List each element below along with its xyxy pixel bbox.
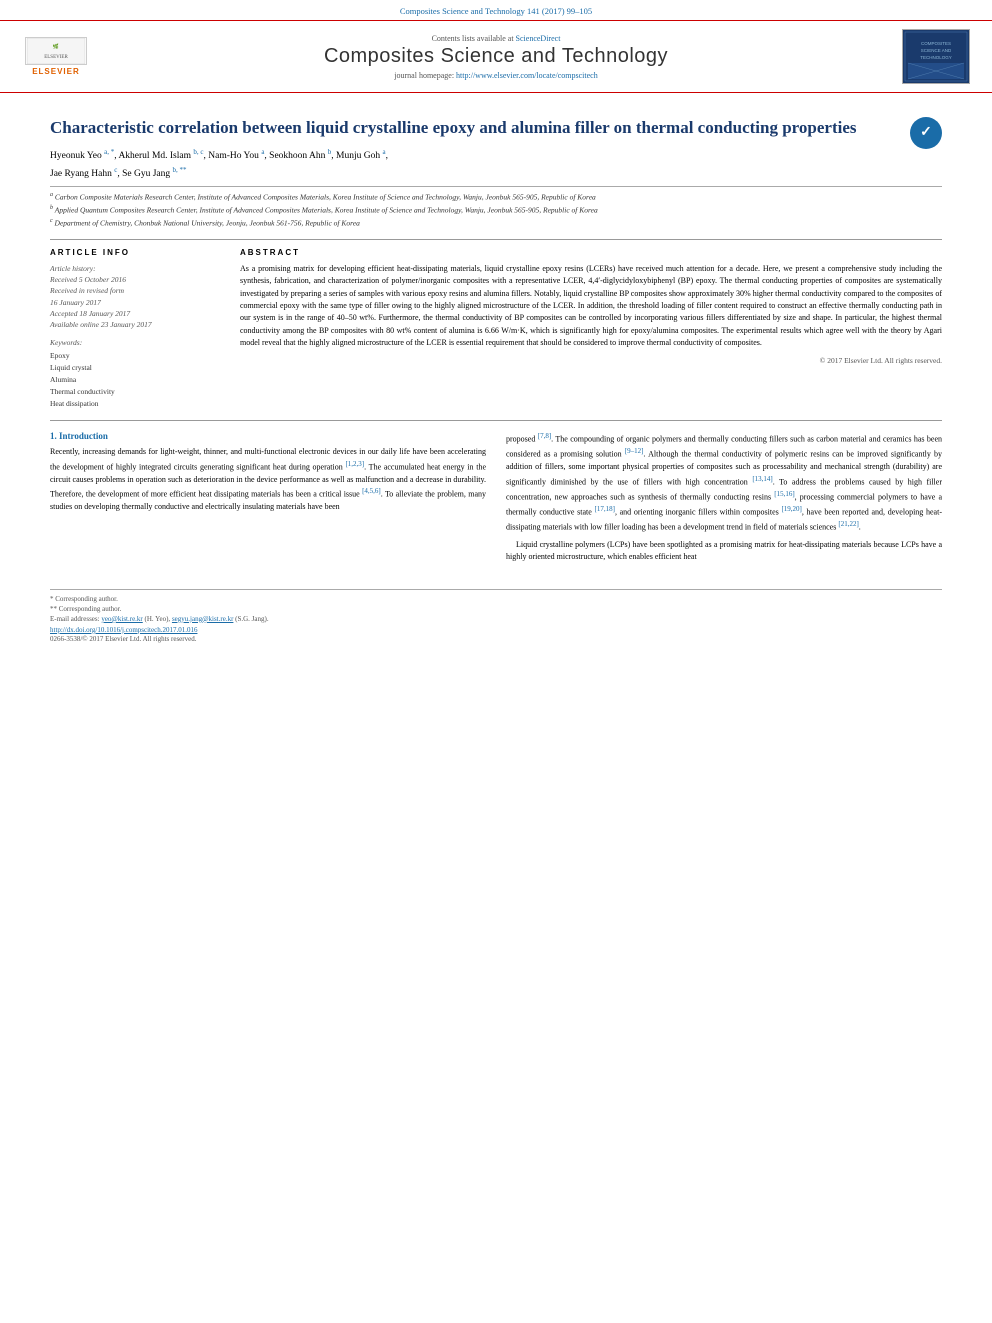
- email-addresses: E-mail addresses: yeo@kist.re.kr (H. Yeo…: [50, 615, 942, 623]
- body-right-column: proposed [7,8]. The compounding of organ…: [506, 431, 942, 568]
- svg-text:SCIENCE AND: SCIENCE AND: [921, 48, 952, 53]
- contents-available-text: Contents lists available at ScienceDirec…: [96, 34, 896, 43]
- corresponding-author-note: * Corresponding author.: [50, 595, 942, 603]
- journal-header-center: Contents lists available at ScienceDirec…: [96, 34, 896, 80]
- journal-citation-text: Composites Science and Technology 141 (2…: [400, 6, 592, 16]
- doi-link[interactable]: http://dx.doi.org/10.1016/j.compscitech.…: [50, 626, 197, 634]
- ref-17-18[interactable]: [17,18]: [595, 505, 615, 513]
- sciencedirect-link[interactable]: ScienceDirect: [516, 34, 561, 43]
- journal-cover-image: COMPOSITES SCIENCE AND TECHNOLOGY: [902, 29, 970, 84]
- main-content: Characteristic correlation between liqui…: [0, 93, 992, 579]
- abstract-column: ABSTRACT As a promising matrix for devel…: [240, 248, 942, 411]
- affiliation-a: a Carbon Composite Materials Research Ce…: [50, 191, 942, 203]
- keyword-1: Epoxy: [50, 350, 220, 362]
- email-link-2[interactable]: segyu.jang@kist.re.kr: [172, 615, 233, 623]
- ref-13-14[interactable]: [13,14]: [752, 475, 772, 483]
- keyword-2: Liquid crystal: [50, 362, 220, 374]
- keywords-heading: Keywords:: [50, 338, 220, 347]
- svg-text:TECHNOLOGY: TECHNOLOGY: [920, 55, 952, 60]
- copyright-line: © 2017 Elsevier Ltd. All rights reserved…: [240, 356, 942, 365]
- accepted-date: Accepted 18 January 2017: [50, 308, 220, 319]
- article-info-heading: ARTICLE INFO: [50, 248, 220, 257]
- doi-line: http://dx.doi.org/10.1016/j.compscitech.…: [50, 626, 942, 634]
- ref-21-22[interactable]: [21,22]: [838, 520, 858, 528]
- article-info-abstract: ARTICLE INFO Article history: Received 5…: [50, 239, 942, 411]
- abstract-heading: ABSTRACT: [240, 248, 942, 257]
- article-title-area: Characteristic correlation between liqui…: [50, 117, 942, 139]
- ref-1-2-3[interactable]: [1,2,3]: [345, 460, 364, 468]
- keyword-5: Heat dissipation: [50, 398, 220, 410]
- keywords-section: Keywords: Epoxy Liquid crystal Alumina T…: [50, 338, 220, 410]
- revised-text: Received in revised form: [50, 285, 220, 296]
- ref-15-16[interactable]: [15,16]: [774, 490, 794, 498]
- intro-paragraph-1: Recently, increasing demands for light-w…: [50, 446, 486, 513]
- keywords-list: Epoxy Liquid crystal Alumina Thermal con…: [50, 350, 220, 410]
- body-left-column: 1. Introduction Recently, increasing dem…: [50, 431, 486, 568]
- elsevier-logo-image: 🌿 ELSEVIER: [25, 37, 87, 65]
- crossmark-badge: ✓: [910, 117, 942, 149]
- keyword-3: Alumina: [50, 374, 220, 386]
- intro-paragraph-2: proposed [7,8]. The compounding of organ…: [506, 431, 942, 534]
- affiliations-section: a Carbon Composite Materials Research Ce…: [50, 186, 942, 229]
- authors-text-2: Jae Ryang Hahn c, Se Gyu Jang b, **: [50, 169, 187, 179]
- journal-homepage-link[interactable]: http://www.elsevier.com/locate/compscite…: [456, 71, 598, 80]
- journal-cover-area: COMPOSITES SCIENCE AND TECHNOLOGY: [896, 29, 976, 84]
- ref-7-8[interactable]: [7,8]: [538, 432, 551, 440]
- top-citation: Composites Science and Technology 141 (2…: [0, 0, 992, 20]
- received-date: Received 5 October 2016: [50, 274, 220, 285]
- body-content: 1. Introduction Recently, increasing dem…: [50, 420, 942, 568]
- ref-19-20[interactable]: [19,20]: [781, 505, 801, 513]
- article-history: Article history: Received 5 October 2016…: [50, 263, 220, 331]
- revised-date: 16 January 2017: [50, 297, 220, 308]
- introduction-heading: 1. Introduction: [50, 431, 486, 441]
- journal-homepage: journal homepage: http://www.elsevier.co…: [96, 71, 896, 80]
- keyword-4: Thermal conductivity: [50, 386, 220, 398]
- footer: * Corresponding author. ** Corresponding…: [50, 589, 942, 643]
- authors-line: Hyeonuk Yeo a, *, Akherul Md. Islam b, c…: [50, 147, 942, 182]
- issn-line: 0266-3538/© 2017 Elsevier Ltd. All right…: [50, 635, 942, 643]
- ref-4-5-6[interactable]: [4,5,6]: [362, 487, 381, 495]
- elsevier-logo: 🌿 ELSEVIER ELSEVIER: [25, 37, 87, 76]
- svg-text:COMPOSITES: COMPOSITES: [921, 41, 951, 46]
- elsevier-brand-text: ELSEVIER: [32, 67, 80, 76]
- svg-text:ELSEVIER: ELSEVIER: [44, 55, 68, 60]
- affiliation-b: b Applied Quantum Composites Research Ce…: [50, 204, 942, 216]
- authors-text: Hyeonuk Yeo a, *, Akherul Md. Islam b, c…: [50, 151, 388, 161]
- introduction-text-right: proposed [7,8]. The compounding of organ…: [506, 431, 942, 563]
- page-container: Composites Science and Technology 141 (2…: [0, 0, 992, 1323]
- corresponding-author-note-2: ** Corresponding author.: [50, 605, 942, 613]
- elsevier-logo-area: 🌿 ELSEVIER ELSEVIER: [16, 37, 96, 76]
- history-title: Article history:: [50, 263, 220, 274]
- journal-title: Composites Science and Technology: [96, 45, 896, 68]
- intro-paragraph-3: Liquid crystalline polymers (LCPs) have …: [506, 539, 942, 564]
- ref-9-12[interactable]: [9–12]: [625, 447, 644, 455]
- journal-header: 🌿 ELSEVIER ELSEVIER Contents lists avail…: [0, 20, 992, 93]
- affiliation-c: c Department of Chemistry, Chonbuk Natio…: [50, 217, 942, 229]
- email-link-1[interactable]: yeo@kist.re.kr: [101, 615, 142, 623]
- abstract-text: As a promising matrix for developing eff…: [240, 263, 942, 350]
- available-date: Available online 23 January 2017: [50, 319, 220, 330]
- svg-text:🌿: 🌿: [53, 43, 59, 50]
- introduction-text-left: Recently, increasing demands for light-w…: [50, 446, 486, 513]
- article-title-text: Characteristic correlation between liqui…: [50, 118, 857, 137]
- article-info-column: ARTICLE INFO Article history: Received 5…: [50, 248, 220, 411]
